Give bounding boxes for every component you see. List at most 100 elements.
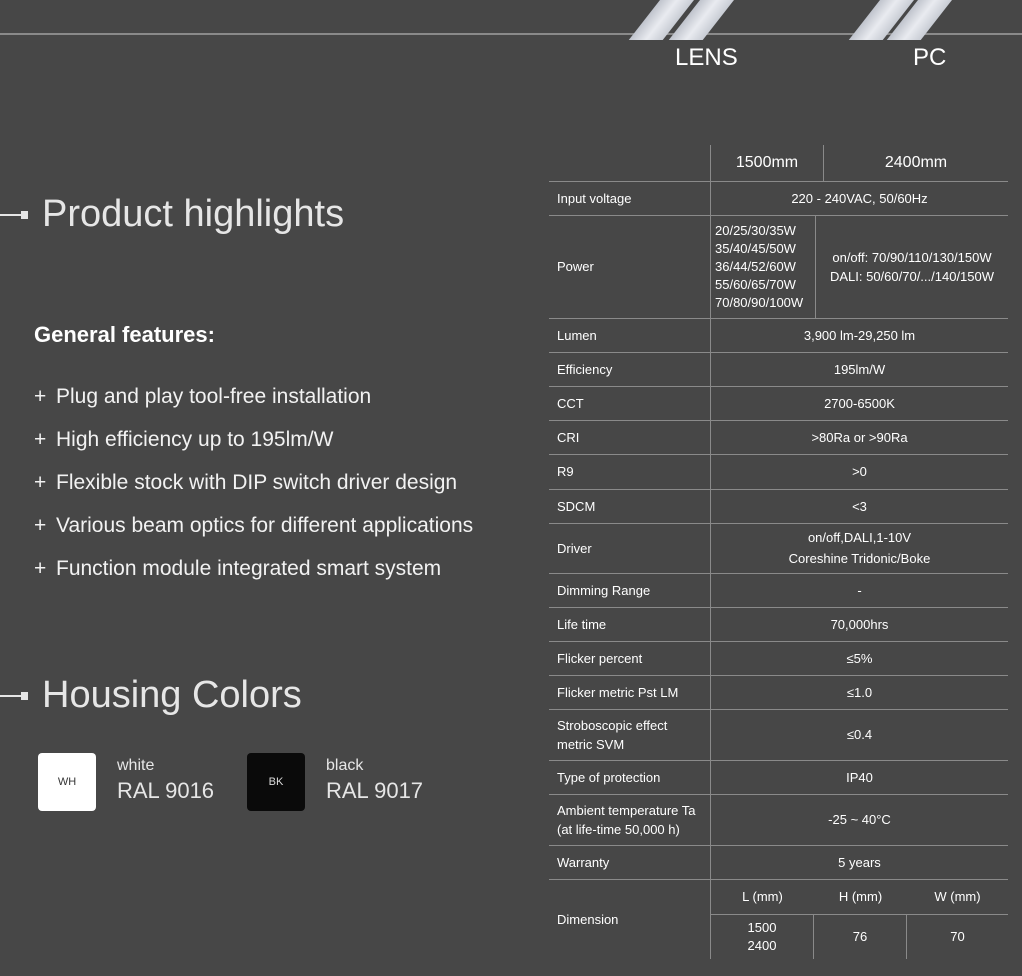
list-item: + Plug and play tool-free installation: [34, 382, 473, 425]
variant-pc-label: PC: [913, 44, 947, 71]
product-highlights-heading: Product highlights: [42, 193, 345, 235]
plus-icon: +: [34, 428, 47, 451]
row-label: R9: [549, 454, 711, 490]
table-header: 1500mm 2400mm: [549, 145, 1008, 182]
row-label: Flicker metric Pst LM: [549, 675, 711, 710]
table-row: Flicker metric Pst LM ≤1.0: [549, 675, 1008, 710]
table-row: Input voltage 220 - 240VAC, 50/60Hz: [549, 181, 1008, 216]
plus-icon: +: [34, 385, 47, 408]
power-split: 20/25/30/35W 35/40/45/50W 36/44/52/60W 5…: [711, 215, 1008, 318]
table-row: CCT 2700-6500K: [549, 386, 1008, 421]
row-label: Dimension: [549, 879, 711, 959]
row-label: Input voltage: [549, 181, 711, 216]
power-line: 20/25/30/35W: [715, 222, 796, 238]
row-value: 70,000hrs: [710, 607, 1008, 642]
header-blank: [549, 145, 711, 182]
power-line: 35/40/45/50W: [715, 240, 796, 256]
feature-text: Plug and play tool-free installation: [56, 385, 372, 408]
table-row: Lumen 3,900 lm-29,250 lm: [549, 318, 1008, 353]
feature-list: + Plug and play tool-free installation + H…: [34, 382, 473, 597]
row-label: Ambient temperature Ta (at life-time 50,…: [549, 794, 711, 846]
dim-l-values: 1500 2400: [711, 914, 814, 959]
table-row: SDCM <3: [549, 489, 1008, 524]
power-value: 20/25/30/35W 35/40/45/50W 36/44/52/60W 5…: [710, 215, 1008, 319]
black-ral-code: RAL 9017: [326, 778, 424, 803]
row-label: SDCM: [549, 489, 711, 524]
dimension-value: L (mm) H (mm) W (mm) 1500 2400 76 70: [711, 879, 1008, 959]
row-label: Lumen: [549, 318, 711, 353]
row-value: ≤1.0: [710, 675, 1008, 710]
power-2400-values: on/off: 70/90/110/130/150W DALI: 50/60/7…: [816, 216, 1008, 318]
table-row: Power 20/25/30/35W 35/40/45/50W 36/44/52…: [549, 215, 1008, 319]
dim-w-value: 70: [950, 929, 965, 945]
dim-l-2400: 2400: [747, 937, 777, 953]
row-value: >0: [710, 454, 1008, 490]
row-value: ≤0.4: [710, 709, 1008, 761]
row-label: CCT: [549, 386, 711, 421]
power-line: 36/44/52/60W: [715, 258, 796, 274]
dim-h-value: 76: [814, 914, 907, 959]
table-row: Driver on/off,DALI,1-10V Coreshine Trido…: [549, 523, 1008, 574]
table-row: Flicker percent ≤5%: [549, 641, 1008, 676]
table-row: R9 >0: [549, 454, 1008, 490]
header-2400: 2400mm: [823, 145, 1008, 182]
feature-text: Function module integrated smart system: [56, 557, 442, 580]
list-item: + Various beam optics for different appli…: [34, 511, 473, 554]
driver-line-1: on/off,DALI,1-10V: [807, 530, 912, 545]
row-value: <3: [710, 489, 1008, 524]
dim-header-w: W (mm): [907, 880, 1008, 915]
row-value: IP40: [710, 760, 1008, 795]
table-row: Dimming Range -: [549, 573, 1008, 608]
row-label: Warranty: [549, 845, 711, 880]
list-item: + Function module integrated smart system: [34, 554, 473, 597]
dim-l-1500: 1500: [747, 919, 777, 935]
row-label: CRI: [549, 420, 711, 455]
table-row: Dimension L (mm) H (mm) W (mm) 1500 2400…: [549, 879, 1008, 959]
white-swatch: WH: [38, 753, 96, 811]
spec-table: 1500mm 2400mm Input voltage 220 - 240VAC…: [549, 145, 1008, 959]
row-value: ≤5%: [710, 641, 1008, 676]
row-value: 5 years: [710, 845, 1008, 880]
power-line: 55/60/65/70W: [715, 276, 796, 292]
row-value: >80Ra or >90Ra: [710, 420, 1008, 455]
row-label: Efficiency: [549, 352, 711, 387]
header-1500: 1500mm: [710, 145, 824, 182]
dim-header-l: L (mm): [711, 880, 814, 915]
row-label: Type of protection: [549, 760, 711, 795]
power-line: DALI: 50/60/70/.../140/150W: [829, 268, 995, 284]
power-line: on/off: 70/90/110/130/150W: [832, 249, 992, 265]
svm-label-line-1: Stroboscopic effect: [557, 717, 668, 733]
white-ral-code: RAL 9016: [117, 778, 215, 803]
feature-text: High efficiency up to 195lm/W: [56, 428, 334, 451]
row-label: Stroboscopic effect metric SVM: [549, 709, 711, 761]
list-item: + High efficiency up to 195lm/W: [34, 425, 473, 468]
dimension-grid: L (mm) H (mm) W (mm) 1500 2400 76 70: [711, 880, 1008, 959]
feature-text: Flexible stock with DIP switch driver de…: [56, 471, 458, 494]
row-label: Dimming Range: [549, 573, 711, 608]
feature-text: Various beam optics for different applic…: [56, 514, 474, 537]
table-row: CRI >80Ra or >90Ra: [549, 420, 1008, 455]
svm-label-line-2: metric SVM: [557, 736, 625, 752]
housing-colors-heading: Housing Colors: [42, 674, 302, 716]
power-1500-values: 20/25/30/35W 35/40/45/50W 36/44/52/60W 5…: [711, 215, 816, 318]
black-color-name: black: [326, 757, 364, 774]
row-label: Life time: [549, 607, 711, 642]
dim-header-h: H (mm): [814, 880, 907, 915]
ambient-label-line-2: (at life-time 50,000 h): [557, 821, 680, 837]
row-value: -25 ~ 40°C: [710, 794, 1008, 846]
row-label: Driver: [549, 523, 711, 574]
variant-lens-label: LENS: [675, 44, 738, 71]
black-swatch: BK: [247, 753, 305, 811]
table-row: Type of protection IP40: [549, 760, 1008, 795]
plus-icon: +: [34, 557, 47, 580]
ambient-label-line-1: Ambient temperature Ta: [557, 802, 696, 818]
table-row: Warranty 5 years: [549, 845, 1008, 880]
row-value: -: [710, 573, 1008, 608]
table-row: Stroboscopic effect metric SVM ≤0.4: [549, 709, 1008, 761]
power-line: 70/80/90/100W: [715, 294, 804, 310]
general-features-heading: General features:: [34, 322, 215, 347]
section-marker-icon: [0, 210, 28, 219]
row-value: 220 - 240VAC, 50/60Hz: [710, 181, 1008, 216]
row-value: 195lm/W: [710, 352, 1008, 387]
table-row: Efficiency 195lm/W: [549, 352, 1008, 387]
